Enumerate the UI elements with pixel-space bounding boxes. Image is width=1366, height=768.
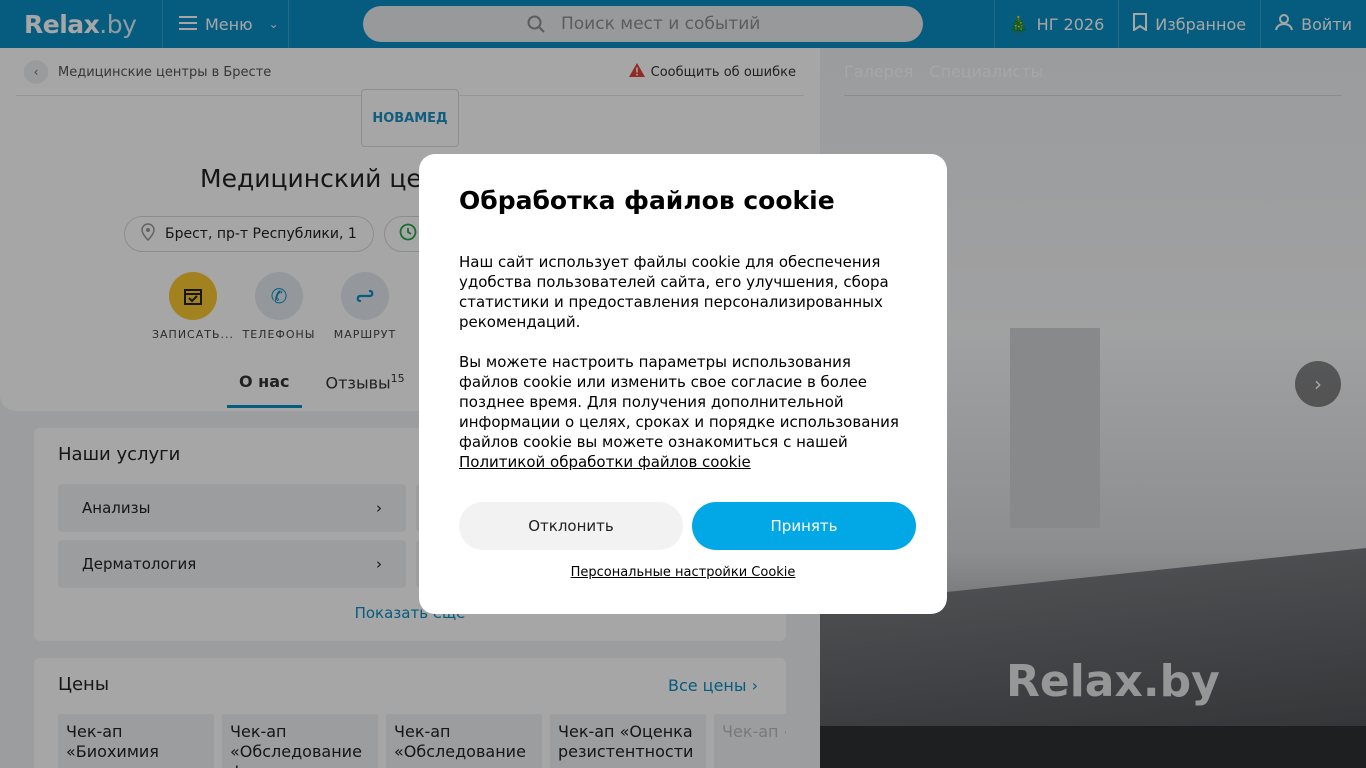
- cookie-paragraph-2: Вы можете настроить параметры использова…: [459, 352, 907, 472]
- personal-settings-link[interactable]: Персональные настройки Cookie: [419, 565, 947, 580]
- cookie-modal-title: Обработка файлов cookie: [459, 186, 835, 215]
- modal-overlay: Обработка файлов cookie Наш сайт использ…: [0, 0, 1366, 768]
- cookie-modal: Обработка файлов cookie Наш сайт использ…: [419, 154, 947, 614]
- accept-button[interactable]: Принять: [692, 502, 916, 550]
- cookie-paragraph-2-text: Вы можете настроить параметры использова…: [459, 353, 899, 451]
- decline-button[interactable]: Отклонить: [459, 502, 683, 550]
- cookie-policy-link[interactable]: Политикой обработки файлов cookie: [459, 453, 751, 471]
- cookie-buttons: Отклонить Принять: [459, 502, 916, 550]
- cookie-paragraph-1: Наш сайт использует файлы cookie для обе…: [459, 253, 889, 331]
